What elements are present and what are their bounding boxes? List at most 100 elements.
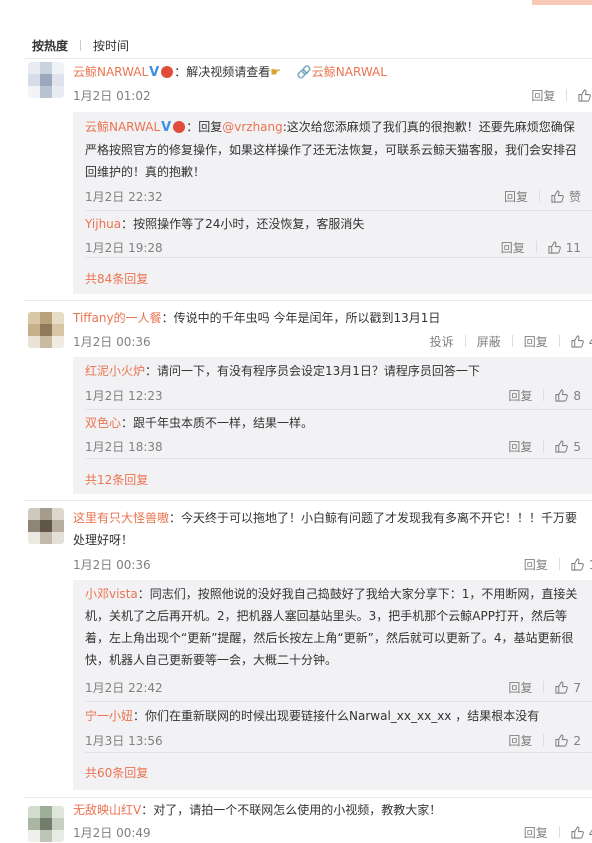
like-button[interactable]: 赞 [551,188,581,205]
block-button[interactable]: 屏蔽 [477,333,501,350]
reply-text: 红泥小火炉：请问一下，有没有程序员会设定13月1日？请程序员回答一下 [85,360,592,382]
reply-username[interactable]: 云鲸NARWAL [85,120,160,134]
reply-time: 1月2日 19:28 [85,241,163,255]
reply-meta: 1月2日 19:28 回复 11 [85,239,592,257]
reply-divider [85,458,592,459]
reply-meta: 1月2日 18:38 回复 5 [85,438,592,456]
comment-text: Tiffany的一人餐：传说中的千年虫吗 今年是闰年，所以戳到13月1日 [73,307,578,329]
action-divider [543,389,545,401]
comment-body: ：传说中的千年虫吗 今年是闰年，所以戳到13月1日 [161,311,441,325]
comment-username[interactable]: 这里有只大怪兽嗷 [73,511,169,525]
reply-username[interactable]: 红泥小火炉 [85,364,145,378]
vip-badge-icon [161,66,174,78]
like-button[interactable]: 7 [555,681,581,695]
avatar[interactable] [28,312,64,348]
more-replies-link[interactable]: 共12条回复 [85,471,148,488]
mention-link[interactable]: @vrzhang [222,120,283,134]
reply-item: 红泥小火炉：请问一下，有没有程序员会设定13月1日？请程序员回答一下 1月2日 … [85,360,592,403]
reply-button[interactable]: 回复 [524,556,548,573]
reply-button[interactable]: 回复 [524,824,548,841]
more-replies-link[interactable]: 共60条回复 [85,764,148,781]
action-divider [538,190,540,202]
reply-time: 1月2日 12:23 [85,389,163,403]
thumbs-up-icon [551,190,564,203]
action-divider [535,241,537,253]
like-button[interactable]: 5 [555,440,581,454]
reply-button[interactable]: 回复 [508,438,532,455]
action-divider [543,681,545,693]
reply-box: 红泥小火炉：请问一下，有没有程序员会设定13月1日？请程序员回答一下 1月2日 … [73,357,592,494]
reply-username[interactable]: 小邓vista [85,587,138,601]
avatar[interactable] [28,806,64,842]
comment-meta: 1月2日 00:36 回复 13 [73,556,592,574]
reply-item: 云鲸NARWALV ：回复@vrzhang:这次给您添麻烦了我们真的很抱歉！还要先… [85,116,592,204]
comment-username[interactable]: 云鲸NARWAL [73,65,148,79]
reply-time: 1月2日 22:42 [85,681,163,695]
reply-username[interactable]: 双色心 [85,416,121,430]
comment-time: 1月2日 00:36 [73,558,151,572]
verified-icon: V [161,120,172,135]
reply-text: 宁一小妞：你们在重新联网的时候出现要链接什么Narwal_xx_xx_xx ，结… [85,705,592,727]
like-count: 8 [573,389,581,403]
like-count: 5 [573,440,581,454]
report-button[interactable]: 投诉 [430,333,454,350]
reply-divider [85,210,592,211]
avatar[interactable] [28,508,64,544]
reply-username[interactable]: Yijhua [85,217,121,231]
like-button[interactable]: 40 [571,826,592,840]
comment-meta: 1月2日 00:36 投诉 屏蔽 回复 46 [73,333,592,351]
like-label: 赞 [568,190,581,204]
reply-time: 1月3日 13:56 [85,734,163,748]
action-divider [558,335,560,347]
like-button[interactable]: 8 [555,389,581,403]
reply-button[interactable]: 回复 [531,87,555,104]
reply-divider [85,752,592,753]
sort-tabs: 按热度 按时间 [32,37,141,54]
thumbs-up-icon [555,681,569,694]
reply-item: 宁一小妞：你们在重新联网的时候出现要链接什么Narwal_xx_xx_xx ，结… [85,705,592,748]
reply-button[interactable]: 回复 [501,239,525,256]
like-button[interactable]: 46 [571,335,592,349]
like-button[interactable]: 13 [571,558,592,572]
more-replies-link[interactable]: 共84条回复 [85,270,148,287]
avatar[interactable] [28,62,64,98]
divider [24,300,592,301]
top-accent [532,0,592,5]
reply-button[interactable]: 回复 [508,679,532,696]
like-count: 11 [565,241,581,255]
comment-text: 云鲸NARWALV ：解决视频请查看☛ 🔗云鲸NARWAL [73,61,578,84]
action-divider [543,440,545,452]
comment-username[interactable]: Tiffany的一人餐 [73,311,162,325]
reply-username[interactable]: 宁一小妞 [85,709,133,723]
reply-button[interactable]: 回复 [524,333,548,350]
reply-divider [85,257,592,258]
reply-meta: 1月2日 22:42 回复 7 [85,679,592,697]
thumbs-up-icon [578,89,592,102]
thumbs-up-icon [555,734,569,747]
like-button[interactable]: 11 [548,241,581,255]
comment-meta: 1月2日 01:02 回复 7 [73,87,592,105]
like-button[interactable]: 2 [555,734,581,748]
reply-text: 云鲸NARWALV ：回复@vrzhang:这次给您添麻烦了我们真的很抱歉！还要先… [85,116,592,183]
reply-meta: 1月2日 12:23 回复 8 [85,387,592,405]
reply-button[interactable]: 回复 [508,732,532,749]
comment-meta: 1月2日 00:49 回复 40 [73,824,592,842]
action-divider [464,335,466,347]
reply-button[interactable]: 回复 [508,387,532,404]
divider [24,500,592,501]
top-strip [0,0,592,5]
reply-divider [85,701,592,702]
reply-divider [85,409,592,410]
thumbs-up-icon [548,241,561,254]
action-divider [566,89,568,101]
reply-item: 小邓vista：同志们，按照他说的没好我自己捣鼓好了我给大家分享下：1，不用断网… [85,583,592,695]
reply-text: 小邓vista：同志们，按照他说的没好我自己捣鼓好了我给大家分享下：1，不用断网… [85,583,592,671]
comment-username[interactable]: 无敌映山红V [73,803,141,817]
reply-body: ：你们在重新联网的时候出现要链接什么Narwal_xx_xx_xx ，结果根本没… [133,709,540,723]
sort-by-hot-tab[interactable]: 按热度 [32,37,68,54]
reply-time: 1月2日 22:32 [85,190,163,204]
video-link[interactable]: 云鲸NARWAL [312,65,387,79]
like-button[interactable]: 7 [578,89,592,103]
sort-by-time-tab[interactable]: 按时间 [93,37,129,54]
reply-button[interactable]: 回复 [504,188,528,205]
